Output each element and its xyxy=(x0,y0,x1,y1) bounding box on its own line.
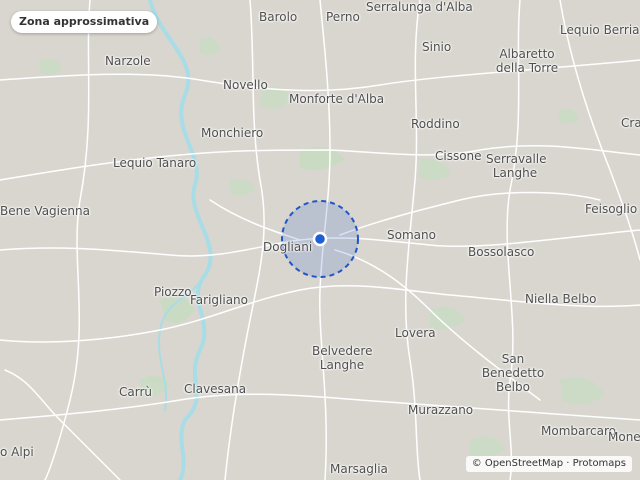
place-label: Niella Belbo xyxy=(525,292,597,306)
place-label: Monchiero xyxy=(201,126,264,140)
place-label: Somano xyxy=(387,228,436,242)
place-label: Marsaglia xyxy=(330,462,388,476)
place-label: Belvedere Langhe xyxy=(312,344,373,372)
place-label: Serravalle Langhe xyxy=(486,152,547,180)
place-label: Monforte d'Alba xyxy=(289,92,385,106)
place-label: Bene Vagienna xyxy=(0,204,90,218)
place-label: Perno xyxy=(326,10,360,24)
place-label: Narzole xyxy=(105,54,151,68)
place-label: Barolo xyxy=(259,10,298,24)
place-label: Cra xyxy=(621,116,640,130)
place-label: Roddino xyxy=(411,117,460,131)
location-marker-icon[interactable] xyxy=(312,231,328,247)
osm-attribution-link[interactable]: OpenStreetMap xyxy=(485,458,563,469)
attribution-separator: · xyxy=(566,458,570,469)
place-label: Farigliano xyxy=(190,293,249,307)
map-attribution: © OpenStreetMap · Protomaps xyxy=(465,456,632,472)
place-label: Lequio Berria xyxy=(560,23,640,37)
copyright-icon: © xyxy=(471,458,482,469)
place-label: Cissone xyxy=(435,149,482,163)
place-label: Murazzano xyxy=(408,403,474,417)
place-label-text: Serralunga d'Alba xyxy=(366,0,473,14)
protomaps-attribution-link[interactable]: Protomaps xyxy=(573,458,626,469)
place-label: o Alpi xyxy=(0,445,34,459)
approximate-area-badge: Zona approssimativa xyxy=(11,11,158,33)
place-label: Lovera xyxy=(395,326,436,340)
map-canvas[interactable]: Barolo Perno Serralunga d'Alba Sinio Alb… xyxy=(0,0,640,480)
place-label: Lequio Tanaro xyxy=(113,156,197,170)
place-label: Novello xyxy=(223,78,268,92)
place-label: Carrù xyxy=(119,385,152,399)
place-label: Clavesana xyxy=(184,382,247,396)
place-label: Mone xyxy=(608,430,640,444)
place-label: Serralunga d'Alba xyxy=(366,0,473,14)
place-label: Mombarcaro xyxy=(541,424,616,438)
place-label: Sinio xyxy=(422,40,452,54)
place-label: Feisoglio xyxy=(585,202,638,216)
place-label: San Benedetto Belbo xyxy=(481,352,545,394)
place-label: Bossolasco xyxy=(468,245,535,259)
place-label: Dogliani xyxy=(263,240,313,254)
place-label: Piozzo xyxy=(154,285,192,299)
place-label: Albaretto della Torre xyxy=(495,47,559,75)
